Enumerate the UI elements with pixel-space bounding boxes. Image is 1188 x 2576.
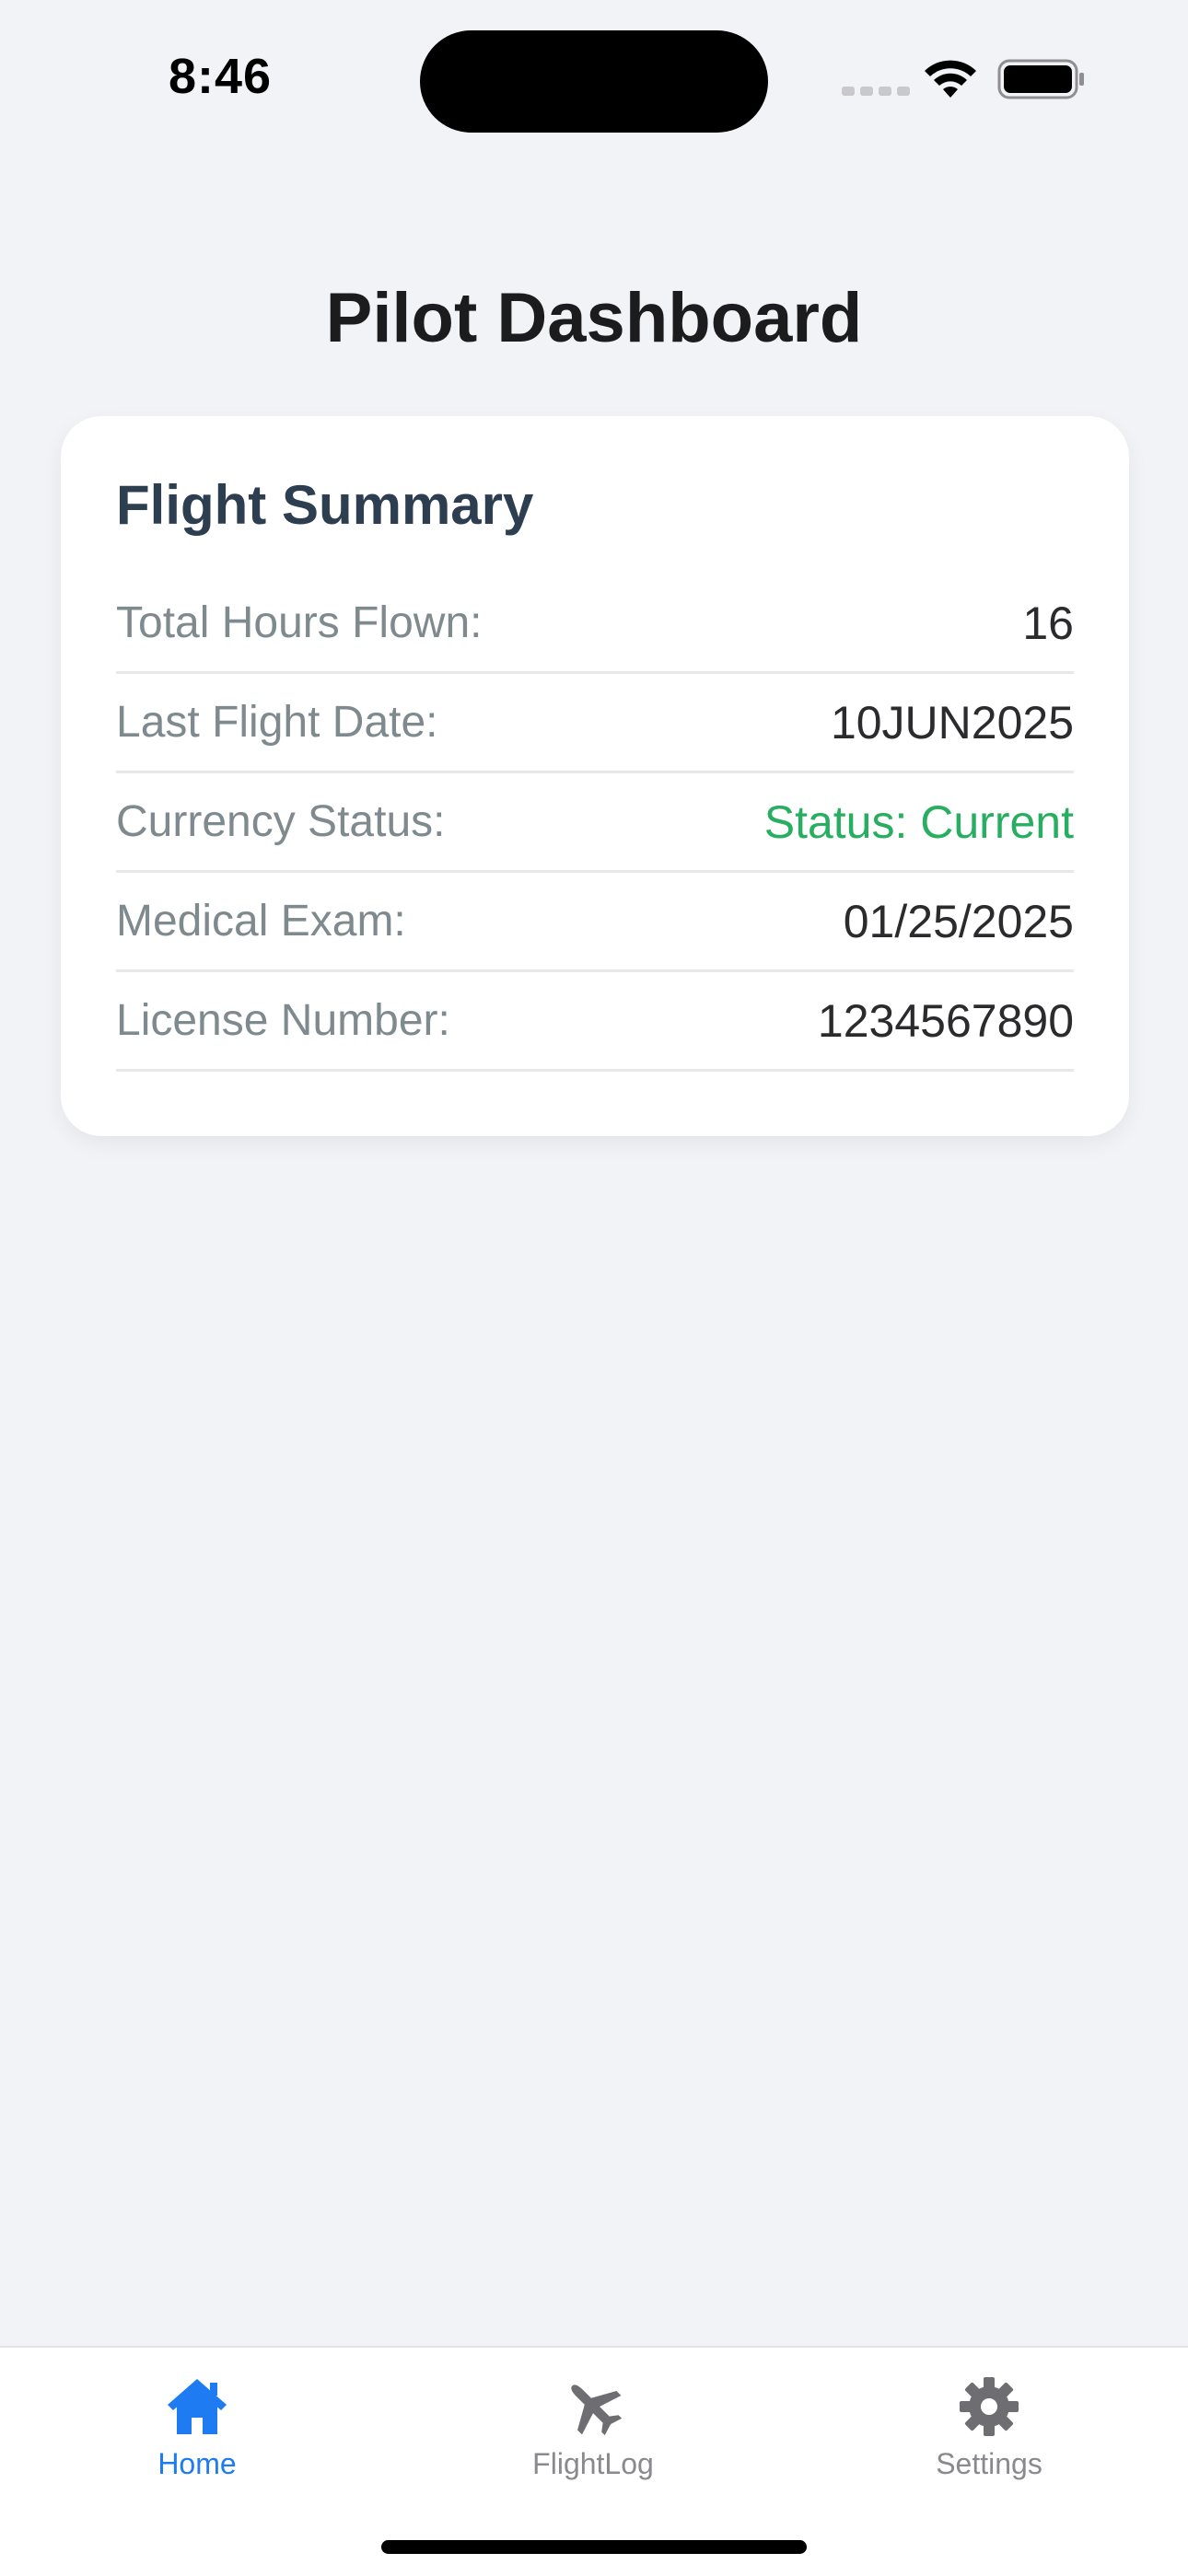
home-indicator[interactable] [381,2540,807,2554]
tab-flightlog[interactable]: FlightLog [473,2373,713,2481]
medical-exam-row: Medical Exam: 01/25/2025 [116,873,1074,972]
last-flight-date-value: 10JUN2025 [830,696,1074,748]
total-hours-value: 16 [1022,597,1074,649]
airplane-icon [571,2385,623,2436]
tab-label: FlightLog [532,2447,654,2480]
gear-icon [960,2377,1019,2436]
currency-status-row: Currency Status: Status: Current [116,773,1074,873]
row-label: Total Hours Flown: [116,598,483,647]
last-flight-date-row: Last Flight Date: 10JUN2025 [116,674,1074,773]
tab-bar: Home FlightLog Settings [0,2346,1188,2576]
page-title: Pilot Dashboard [325,279,863,357]
tab-label: Home [157,2447,237,2480]
dynamic-island [420,30,768,133]
tab-label: Settings [936,2447,1042,2480]
row-label: License Number: [116,996,450,1045]
total-hours-row: Total Hours Flown: 16 [116,574,1074,674]
tab-home[interactable]: Home [77,2373,317,2481]
row-label: Currency Status: [116,797,446,846]
flight-summary-card: Flight Summary Total Hours Flown: 16 Las… [61,416,1129,1136]
battery-icon [997,59,1084,99]
status-bar: 8:46 [0,0,1188,157]
row-label: Medical Exam: [116,897,406,946]
currency-status-value: Status: Current [763,795,1074,848]
medical-exam-value: 01/25/2025 [843,895,1074,947]
wifi-icon [925,60,976,98]
status-time: 8:46 [169,49,273,104]
row-label: Last Flight Date: [116,698,438,747]
tab-settings[interactable]: Settings [869,2373,1109,2481]
card-title: Flight Summary [116,474,534,536]
cellular-signal-icon [842,87,910,96]
license-number-value: 1234567890 [817,994,1074,1047]
house-icon [168,2379,227,2434]
summary-list: Total Hours Flown: 16 Last Flight Date: … [116,574,1074,1072]
license-number-row: License Number: 1234567890 [116,972,1074,1072]
